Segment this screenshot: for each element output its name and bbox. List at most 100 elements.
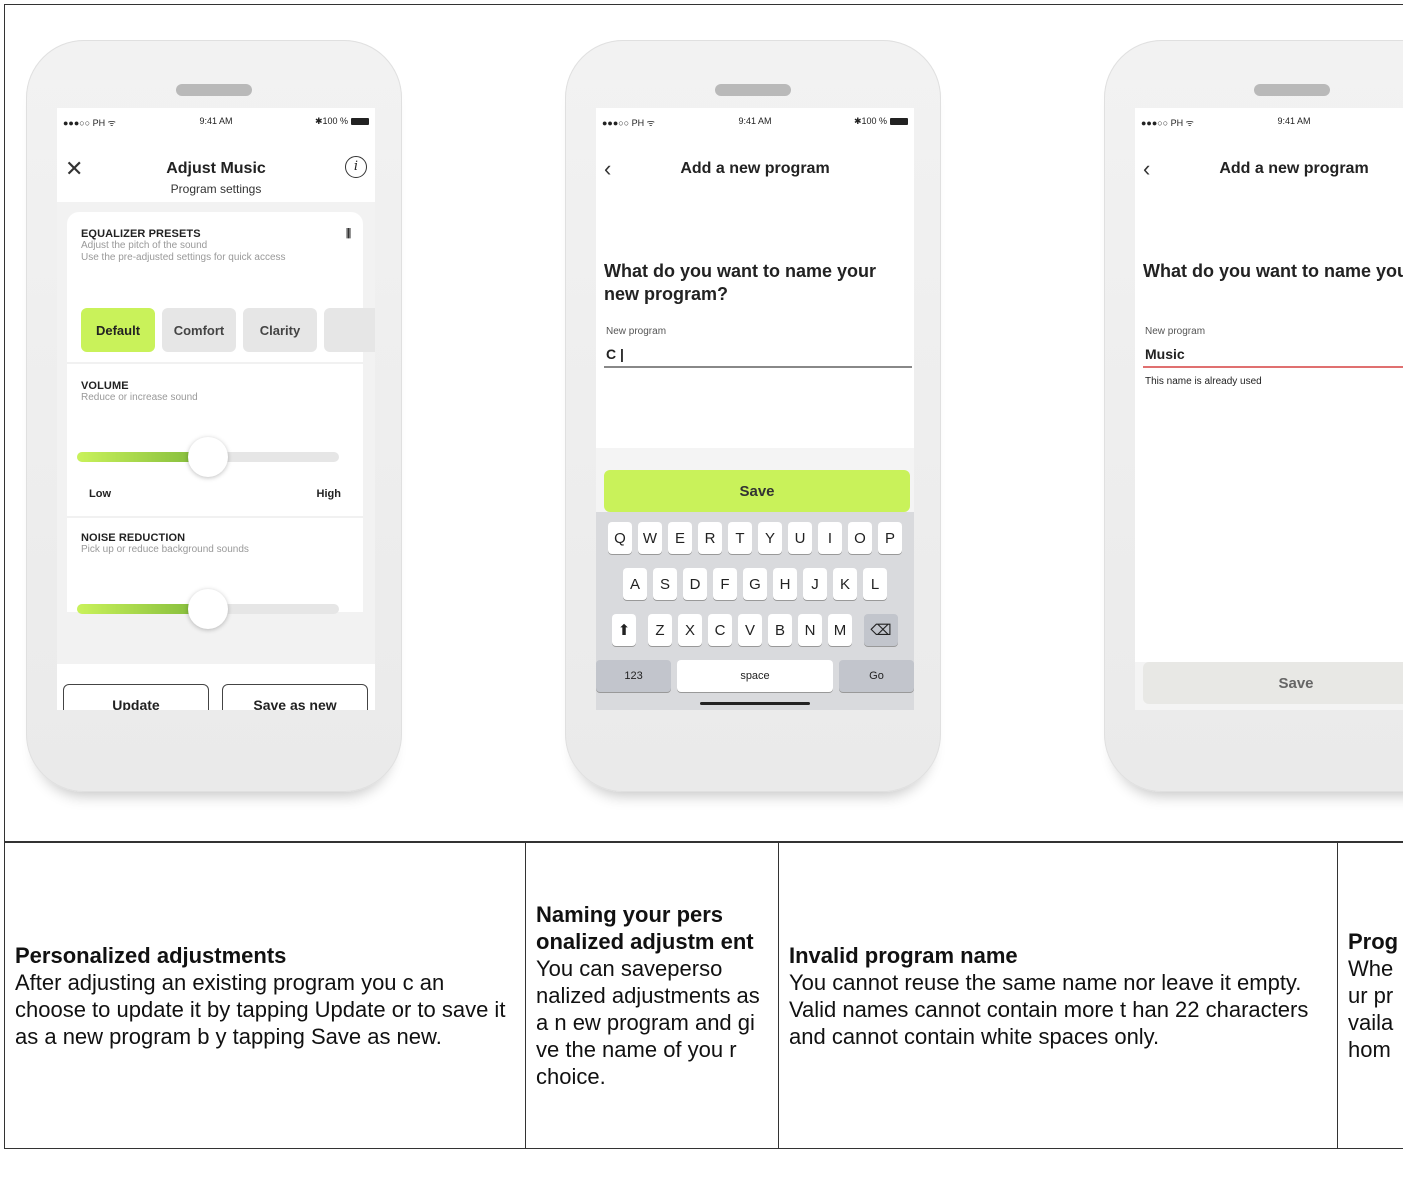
- keyboard-letters-3: ZXCVBNM: [648, 614, 852, 646]
- noise-title: NOISE REDUCTION: [81, 532, 186, 544]
- key-a[interactable]: A: [623, 568, 647, 600]
- noise-desc: Pick up or reduce background sounds: [81, 544, 249, 555]
- program-name-input[interactable]: C |: [606, 346, 624, 362]
- preset-clarity[interactable]: Clarity: [243, 308, 317, 352]
- key-o[interactable]: O: [848, 522, 872, 554]
- phone-speaker: [1254, 84, 1330, 96]
- key-t[interactable]: T: [728, 522, 752, 554]
- name-question: What do you want to name your new progra…: [604, 261, 877, 304]
- noise-reduction-section: NOISE REDUCTION Pick up or reduce backgr…: [81, 532, 351, 556]
- volume-slider[interactable]: [77, 437, 339, 477]
- page: ●●●○○ PH ᯤ 9:41 AM ✱100 % ✕ Adjust Music…: [0, 0, 1403, 1185]
- keyboard-row-1: QWERTYUIOP: [596, 522, 914, 554]
- save-area: Save: [1135, 662, 1403, 710]
- description-body: After adjusting an existing program you …: [15, 969, 506, 1049]
- key-s[interactable]: S: [653, 568, 677, 600]
- screen-invalid-name: ●●●○○ PH ᯤ 9:41 AM ✱ ‹ Add a new program…: [1135, 108, 1403, 710]
- key-e[interactable]: E: [668, 522, 692, 554]
- error-message: This name is already used: [1145, 376, 1262, 387]
- key-u[interactable]: U: [788, 522, 812, 554]
- backspace-key[interactable]: ⌫: [864, 614, 898, 646]
- phone-add-program: ●●●○○ PH ᯤ 9:41 AM ✱100 % ‹ Add a new pr…: [565, 40, 941, 792]
- description-body: Whe ur pr vaila hom: [1348, 956, 1394, 1062]
- noise-slider[interactable]: [77, 589, 339, 629]
- input-underline-error: [1143, 366, 1403, 368]
- keyboard-row-2: ASDFGHJKL: [596, 568, 914, 600]
- shift-key[interactable]: ⬆: [612, 614, 636, 646]
- divider: [67, 516, 363, 518]
- key-z[interactable]: Z: [648, 614, 672, 646]
- key-y[interactable]: Y: [758, 522, 782, 554]
- save-as-new-button[interactable]: Save as new: [222, 684, 368, 710]
- battery-icon: [351, 118, 369, 125]
- save-button-disabled[interactable]: Save: [1143, 662, 1403, 704]
- save-area: Save: [596, 448, 914, 516]
- equalizer-title: EQUALIZER PRESETS: [81, 228, 201, 240]
- key-b[interactable]: B: [768, 614, 792, 646]
- key-j[interactable]: J: [803, 568, 827, 600]
- numbers-key[interactable]: 123: [596, 660, 672, 692]
- volume-high-label: High: [316, 488, 341, 500]
- description-cell-4: Prog Whe ur pr vaila hom: [1338, 843, 1403, 1148]
- nav-bar: ‹ Add a new program: [596, 152, 914, 198]
- volume-low-label: Low: [89, 488, 111, 500]
- description-table: Personalized adjustments After adjusting…: [4, 842, 1403, 1149]
- description-cell-3: Invalid program name You cannot reuse th…: [779, 843, 1337, 1148]
- screen-add-program: ●●●○○ PH ᯤ 9:41 AM ✱100 % ‹ Add a new pr…: [596, 108, 914, 710]
- page-title: Add a new program: [680, 160, 830, 177]
- noise-slider-thumb[interactable]: [188, 589, 228, 629]
- screen-adjust-music: ●●●○○ PH ᯤ 9:41 AM ✱100 % ✕ Adjust Music…: [57, 108, 375, 710]
- key-k[interactable]: K: [833, 568, 857, 600]
- settings-card: EQUALIZER PRESETS Adjust the pitch of th…: [67, 212, 375, 629]
- key-h[interactable]: H: [773, 568, 797, 600]
- status-time: 9:41 AM: [1277, 116, 1311, 126]
- key-f[interactable]: F: [713, 568, 737, 600]
- volume-section: VOLUME Reduce or increase sound: [81, 380, 351, 404]
- page-title: Add a new program: [1219, 160, 1369, 177]
- keyboard-row-4: 123 space Go: [596, 660, 914, 692]
- battery-status: ✱100 %: [854, 116, 908, 127]
- space-key[interactable]: space: [677, 660, 833, 692]
- preset-comfort[interactable]: Comfort: [162, 308, 236, 352]
- key-r[interactable]: R: [698, 522, 722, 554]
- preset-default[interactable]: Default: [81, 308, 155, 352]
- key-m[interactable]: M: [828, 614, 852, 646]
- go-key[interactable]: Go: [838, 660, 914, 692]
- status-bar: ●●●○○ PH ᯤ 9:41 AM ✱100 %: [596, 108, 914, 132]
- volume-slider-thumb[interactable]: [188, 437, 228, 477]
- key-n[interactable]: N: [798, 614, 822, 646]
- name-question: What do you want to name your new progra…: [1143, 261, 1403, 281]
- key-d[interactable]: D: [683, 568, 707, 600]
- equalizer-section: EQUALIZER PRESETS Adjust the pitch of th…: [81, 228, 351, 264]
- divider: [67, 362, 363, 364]
- description-title: Naming your pers onalized adjustm ent: [536, 902, 754, 954]
- description-title: Invalid program name: [789, 942, 1018, 968]
- page-title: Adjust Music: [166, 160, 266, 177]
- info-icon[interactable]: i: [345, 156, 367, 178]
- program-name-input[interactable]: Music: [1145, 346, 1185, 362]
- key-g[interactable]: G: [743, 568, 767, 600]
- status-bar: ●●●○○ PH ᯤ 9:41 AM ✱100 %: [57, 108, 375, 132]
- key-w[interactable]: W: [638, 522, 662, 554]
- key-x[interactable]: X: [678, 614, 702, 646]
- key-q[interactable]: Q: [608, 522, 632, 554]
- home-indicator: [700, 702, 810, 705]
- key-p[interactable]: P: [878, 522, 902, 554]
- input-underline: [604, 366, 912, 368]
- nav-bar: ‹ Add a new program: [1135, 152, 1403, 198]
- key-v[interactable]: V: [738, 614, 762, 646]
- key-l[interactable]: L: [863, 568, 887, 600]
- battery-status: ✱100 %: [315, 116, 369, 127]
- phone-invalid-name: ●●●○○ PH ᯤ 9:41 AM ✱ ‹ Add a new program…: [1104, 40, 1403, 792]
- key-c[interactable]: C: [708, 614, 732, 646]
- key-i[interactable]: I: [818, 522, 842, 554]
- save-button[interactable]: Save: [604, 470, 910, 512]
- update-button[interactable]: Update: [63, 684, 209, 710]
- phone-speaker: [176, 84, 252, 96]
- description-title: Prog: [1348, 929, 1399, 954]
- description-cell-1: Personalized adjustments After adjusting…: [5, 843, 525, 1148]
- equalizer-settings-icon[interactable]: ⫼: [346, 228, 351, 241]
- equalizer-desc: Adjust the pitch of the sound: [81, 240, 208, 251]
- preset-more[interactable]: [324, 308, 375, 352]
- keyboard-row-3: ⬆ ZXCVBNM ⌫: [596, 614, 914, 646]
